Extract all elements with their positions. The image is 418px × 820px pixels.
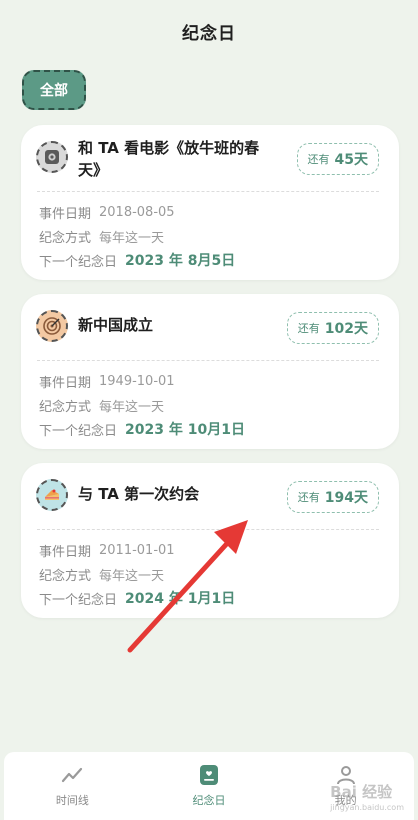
badge-prefix: 还有 [307, 153, 330, 166]
anniversary-card[interactable]: 新中国成立 还有 102天 事件日期 1949-10-01 纪念方式 每年这一天… [21, 294, 399, 449]
tab-timeline[interactable]: 时间线 [17, 764, 127, 808]
next-date-label: 下一个纪念日 [39, 254, 118, 270]
card-title: 与 TA 第一次约会 [78, 485, 200, 503]
next-date-row: 下一个纪念日 2023 年 10月1日 [39, 417, 399, 441]
badge-days: 45天 [334, 152, 368, 168]
days-remaining-badge: 还有 102天 [286, 312, 379, 344]
next-date-value: 2023 年 8月5日 [125, 253, 236, 269]
camera-icon [36, 141, 68, 173]
watermark-sub: jingyan.baidu.com [330, 803, 404, 812]
anniversary-icon [198, 764, 220, 786]
event-date-row: 事件日期 2011-01-01 [39, 538, 399, 562]
days-remaining-badge: 还有 194天 [286, 481, 379, 513]
tab-label: 纪念日 [192, 794, 226, 807]
mode-row: 纪念方式 每年这一天 [39, 224, 399, 248]
event-date-value: 1949-10-01 [99, 373, 175, 389]
tab-label: 时间线 [55, 794, 89, 807]
watermark: Bai 经验 jingyan.baidu.com [330, 781, 404, 812]
card-title: 和 TA 看电影《放牛班的春天》 [78, 139, 260, 179]
badge-prefix: 还有 [297, 491, 320, 504]
mode-label: 纪念方式 [39, 230, 92, 246]
event-date-row: 事件日期 2018-08-05 [39, 200, 399, 224]
cake-icon [36, 479, 68, 511]
event-date-label: 事件日期 [39, 206, 92, 222]
mode-value: 每年这一天 [99, 230, 165, 246]
next-date-value: 2023 年 10月1日 [125, 422, 245, 438]
mode-label: 纪念方式 [39, 568, 92, 584]
target-icon [36, 310, 68, 342]
event-date-row: 事件日期 1949-10-01 [39, 369, 399, 393]
badge-days: 102天 [324, 321, 368, 337]
page-title: 纪念日 [182, 23, 236, 44]
tab-anniversary[interactable]: 纪念日 [154, 764, 264, 808]
mode-value: 每年这一天 [99, 568, 165, 584]
watermark-text: Bai 经验 [330, 783, 393, 801]
filter-all-chip[interactable]: 全部 [22, 70, 86, 110]
event-date-value: 2011-01-01 [99, 542, 175, 558]
event-date-value: 2018-08-05 [99, 204, 175, 220]
mode-row: 纪念方式 每年这一天 [39, 393, 399, 417]
event-date-label: 事件日期 [39, 375, 92, 391]
mode-label: 纪念方式 [39, 399, 92, 415]
badge-days: 194天 [324, 490, 368, 506]
anniversary-card[interactable]: 与 TA 第一次约会 还有 194天 事件日期 2011-01-01 纪念方式 … [21, 463, 399, 618]
next-date-value: 2024 年 1月1日 [125, 591, 236, 607]
mode-value: 每年这一天 [99, 399, 165, 415]
next-date-row: 下一个纪念日 2024 年 1月1日 [39, 586, 399, 610]
anniversary-card[interactable]: 和 TA 看电影《放牛班的春天》 还有 45天 事件日期 2018-08-05 … [21, 125, 399, 280]
event-date-label: 事件日期 [39, 544, 92, 560]
badge-prefix: 还有 [297, 322, 320, 335]
next-date-label: 下一个纪念日 [39, 423, 118, 439]
mode-row: 纪念方式 每年这一天 [39, 562, 399, 586]
days-remaining-badge: 还有 45天 [296, 143, 379, 175]
filter-row: 全部 [0, 62, 418, 114]
chart-line-icon [61, 764, 83, 786]
app-screen: 纪念日 全部 和 TA 看电影《放牛班的春天》 还有 45天 事件日期 2018… [0, 0, 418, 820]
next-date-row: 下一个纪念日 2023 年 8月5日 [39, 248, 399, 272]
next-date-label: 下一个纪念日 [39, 592, 118, 608]
card-title: 新中国成立 [78, 316, 154, 334]
